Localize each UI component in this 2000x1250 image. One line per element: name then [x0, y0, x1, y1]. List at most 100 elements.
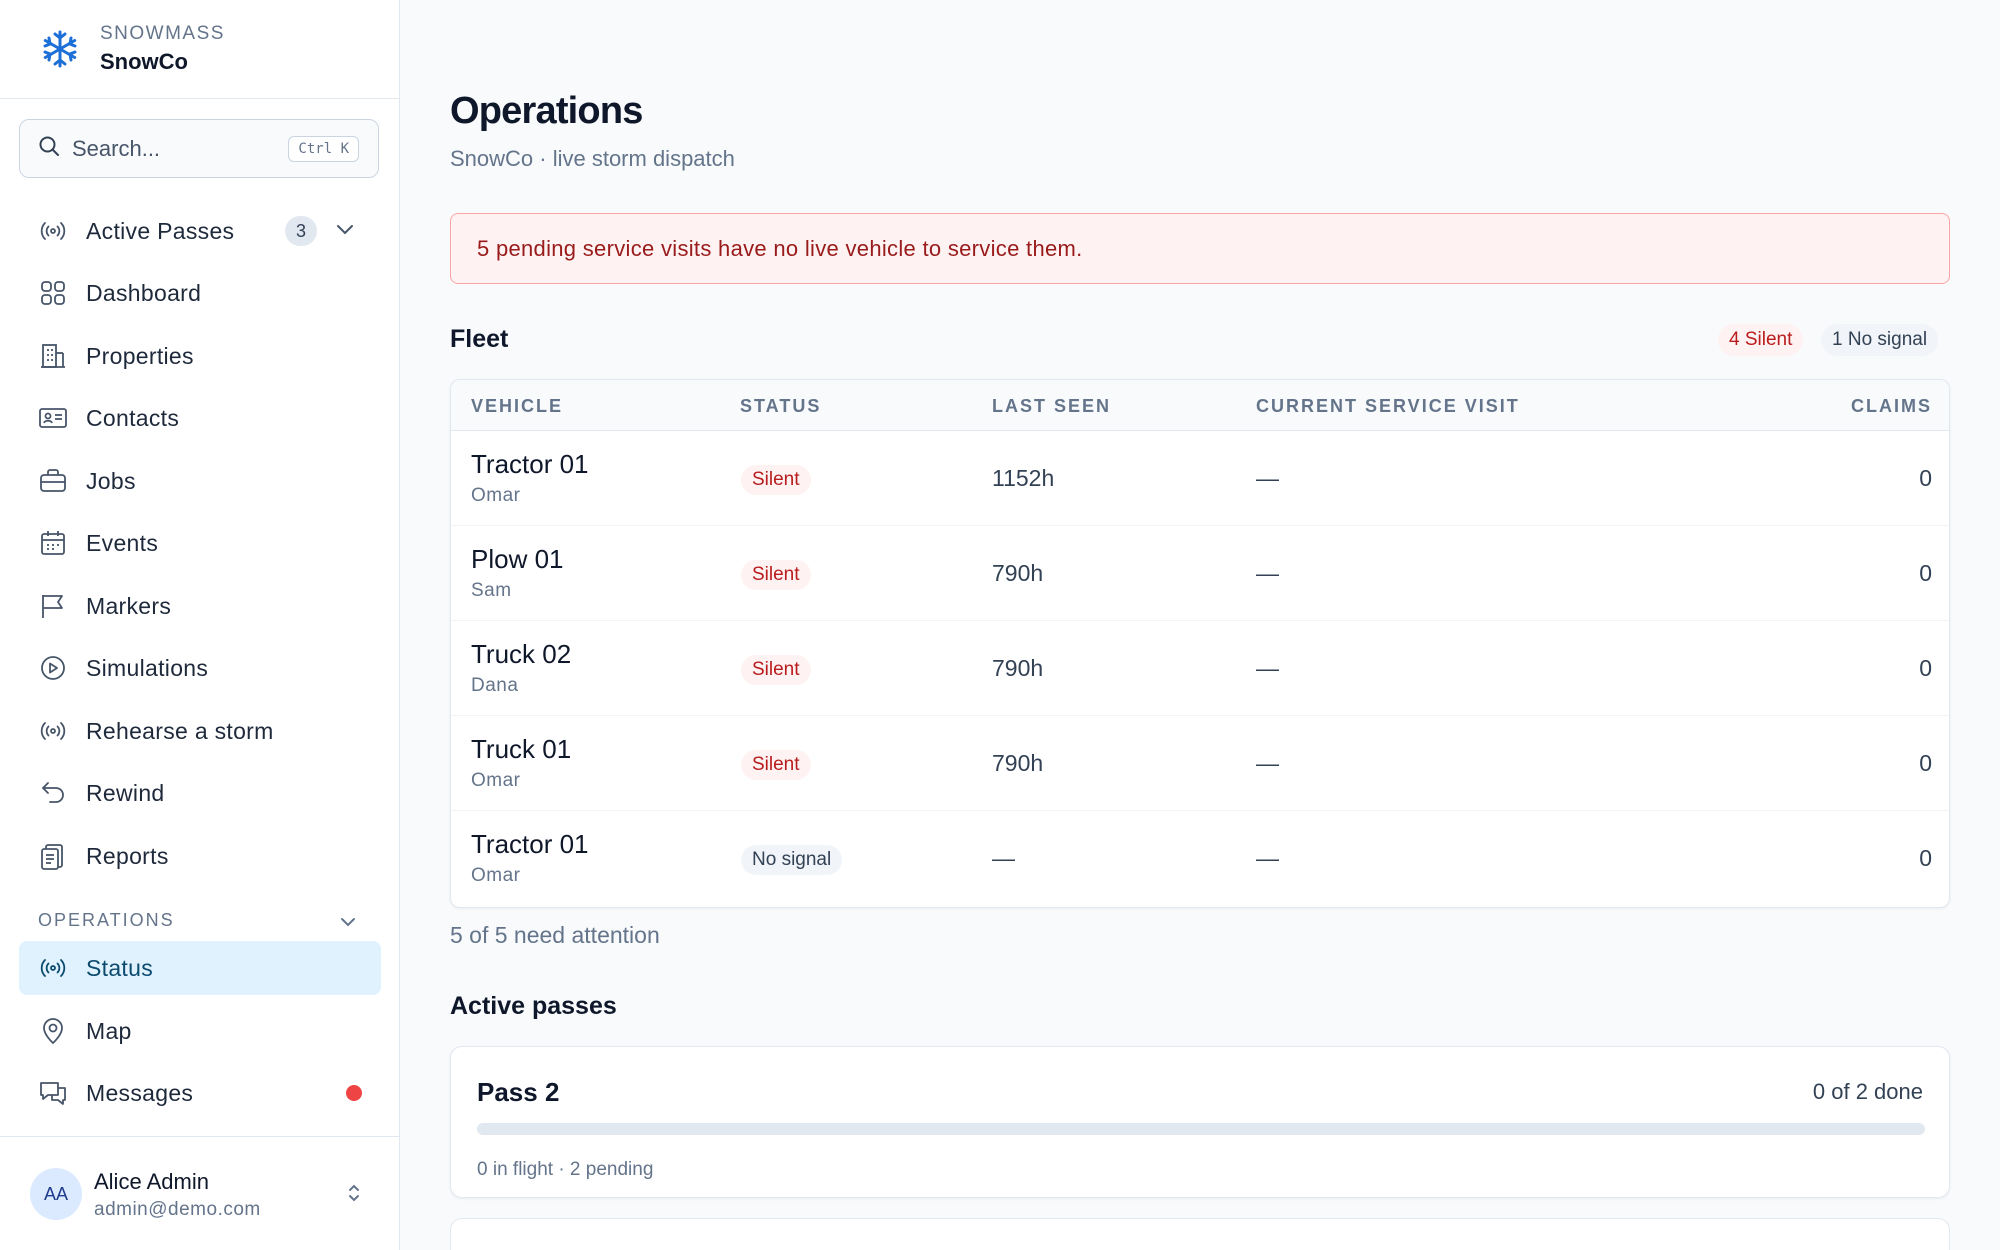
- sidebar-item-rehearse-a-storm[interactable]: Rehearse a storm: [19, 704, 381, 758]
- sidebar-item-markers[interactable]: Markers: [19, 579, 381, 633]
- fleet-table: VEHICLE STATUS LAST SEEN CURRENT SERVICE…: [450, 379, 1950, 908]
- sidebar-item-status[interactable]: Status: [19, 941, 381, 995]
- current-service-visit: —: [1256, 655, 1279, 681]
- table-header: VEHICLE STATUS LAST SEEN CURRENT SERVICE…: [451, 380, 1949, 431]
- last-seen: 790h: [992, 655, 1044, 681]
- main-content: Operations SnowCo · live storm dispatch …: [400, 0, 2000, 1250]
- table-row[interactable]: Tractor 01 Omar No signal — — 0: [451, 811, 1949, 906]
- column-header-status: STATUS: [740, 396, 822, 416]
- status-badge: Silent: [741, 465, 811, 495]
- unread-indicator: [346, 1085, 362, 1101]
- table-row[interactable]: Plow 01 Sam Silent 790h — 0: [451, 526, 1949, 621]
- vehicle-name: Truck 02: [471, 639, 572, 669]
- org-name: SNOWMASS: [100, 23, 225, 44]
- sidebar-item-dashboard[interactable]: Dashboard: [19, 266, 381, 320]
- section-label-operations: OPERATIONS: [38, 910, 175, 930]
- vehicle-name: Tractor 01: [471, 829, 589, 859]
- sidebar-item-simulations[interactable]: Simulations: [19, 641, 381, 695]
- pass-card[interactable]: Pass 2 0 of 2 done 0 in flight · 2 pendi…: [450, 1046, 1950, 1198]
- driver-name: Sam: [471, 580, 512, 601]
- attention-summary: 5 of 5 need attention: [450, 922, 660, 948]
- chevron-up-down-icon[interactable]: [344, 1181, 364, 1210]
- sidebar-item-label: Rehearse a storm: [86, 717, 274, 744]
- pass-name: Pass 2: [477, 1077, 560, 1107]
- claims-count: 0: [1919, 750, 1932, 776]
- sidebar-item-label: Map: [86, 1017, 132, 1044]
- chevron-down-icon[interactable]: [334, 218, 356, 245]
- column-header-current-service-visit: CURRENT SERVICE VISIT: [1256, 396, 1520, 416]
- sidebar-item-label: Simulations: [86, 654, 209, 681]
- claims-count: 0: [1919, 655, 1932, 681]
- snowflake-icon: [38, 27, 82, 71]
- status-badge: Silent: [741, 560, 811, 590]
- page-subtitle: SnowCo · live storm dispatch: [450, 146, 735, 171]
- clipboard-icon: [38, 841, 68, 871]
- active-passes-heading: Active passes: [450, 992, 617, 1020]
- last-seen: 790h: [992, 750, 1044, 776]
- column-header-claims: CLAIMS: [1851, 396, 1932, 416]
- claims-count: 0: [1919, 560, 1932, 586]
- sidebar-item-map[interactable]: Map: [19, 1004, 381, 1058]
- current-service-visit: —: [1256, 750, 1279, 776]
- current-service-visit: —: [1256, 845, 1279, 871]
- workspace-name: SnowCo: [100, 49, 188, 74]
- undo-icon: [38, 778, 68, 808]
- building-icon: [38, 341, 68, 371]
- driver-name: Omar: [471, 770, 521, 791]
- claims-count: 0: [1919, 845, 1932, 871]
- column-header-last-seen: LAST SEEN: [992, 396, 1112, 416]
- fleet-heading: Fleet: [450, 325, 509, 353]
- sidebar-item-messages[interactable]: Messages: [19, 1066, 381, 1120]
- sidebar-item-label: Markers: [86, 592, 172, 619]
- sidebar-item-label: Status: [86, 954, 154, 981]
- sidebar-item-contacts[interactable]: Contacts: [19, 391, 381, 445]
- vehicle-name: Truck 01: [471, 734, 572, 764]
- current-service-visit: —: [1256, 560, 1279, 586]
- grid-icon: [38, 278, 68, 308]
- table-row[interactable]: Truck 01 Omar Silent 790h — 0: [451, 716, 1949, 811]
- status-badge: No signal: [741, 845, 843, 875]
- column-header-vehicle: VEHICLE: [471, 396, 564, 416]
- play-circle-icon: [38, 653, 68, 683]
- brand[interactable]: SNOWMASS SnowCo: [0, 0, 399, 99]
- pass-meta: 0 in flight · 2 pending: [477, 1159, 654, 1180]
- pass-progress-text: 0 of 2 done: [1812, 1079, 1923, 1104]
- sidebar-item-reports[interactable]: Reports: [19, 829, 381, 883]
- sidebar-item-rewind[interactable]: Rewind: [19, 766, 381, 820]
- status-badge: Silent: [741, 750, 811, 780]
- flag-icon: [38, 591, 68, 621]
- table-row[interactable]: Tractor 01 Omar Silent 1152h — 0: [451, 431, 1949, 526]
- table-row[interactable]: Truck 02 Dana Silent 790h — 0: [451, 621, 1949, 716]
- claims-count: 0: [1919, 465, 1932, 491]
- sidebar-item-label: Contacts: [86, 404, 180, 431]
- sidebar-item-properties[interactable]: Properties: [19, 329, 381, 383]
- driver-name: Omar: [471, 865, 521, 886]
- broadcast-icon: [38, 216, 68, 246]
- page-title: Operations: [450, 90, 643, 132]
- search-input[interactable]: Search... Ctrl K: [19, 119, 379, 178]
- sidebar-item-label: Reports: [86, 842, 169, 869]
- sidebar-item-label: Events: [86, 529, 159, 556]
- search-icon: [38, 135, 60, 162]
- driver-name: Dana: [471, 675, 519, 696]
- user-email: admin@demo.com: [94, 1199, 261, 1220]
- chat-icon: [38, 1078, 68, 1108]
- user-menu[interactable]: AA Alice Admin admin@demo.com: [0, 1136, 400, 1250]
- briefcase-icon: [38, 466, 68, 496]
- sidebar: SNOWMASS SnowCo Search... Ctrl K Active …: [0, 0, 400, 1250]
- calendar-icon: [38, 528, 68, 558]
- vehicle-name: Tractor 01: [471, 449, 589, 479]
- chevron-down-icon[interactable]: [338, 912, 358, 937]
- broadcast-icon: [38, 953, 68, 983]
- sidebar-item-active-passes[interactable]: Active Passes 3: [19, 204, 381, 258]
- current-service-visit: —: [1256, 465, 1279, 491]
- sidebar-item-jobs[interactable]: Jobs: [19, 454, 381, 508]
- sidebar-item-events[interactable]: Events: [19, 516, 381, 570]
- driver-name: Omar: [471, 485, 521, 506]
- alert-banner: 5 pending service visits have no live ve…: [450, 213, 1950, 284]
- sidebar-item-label: Properties: [86, 342, 194, 369]
- pass-card[interactable]: [450, 1218, 1950, 1250]
- sidebar-item-label: Rewind: [86, 779, 165, 806]
- avatar: AA: [30, 1168, 82, 1220]
- map-pin-icon: [38, 1016, 68, 1046]
